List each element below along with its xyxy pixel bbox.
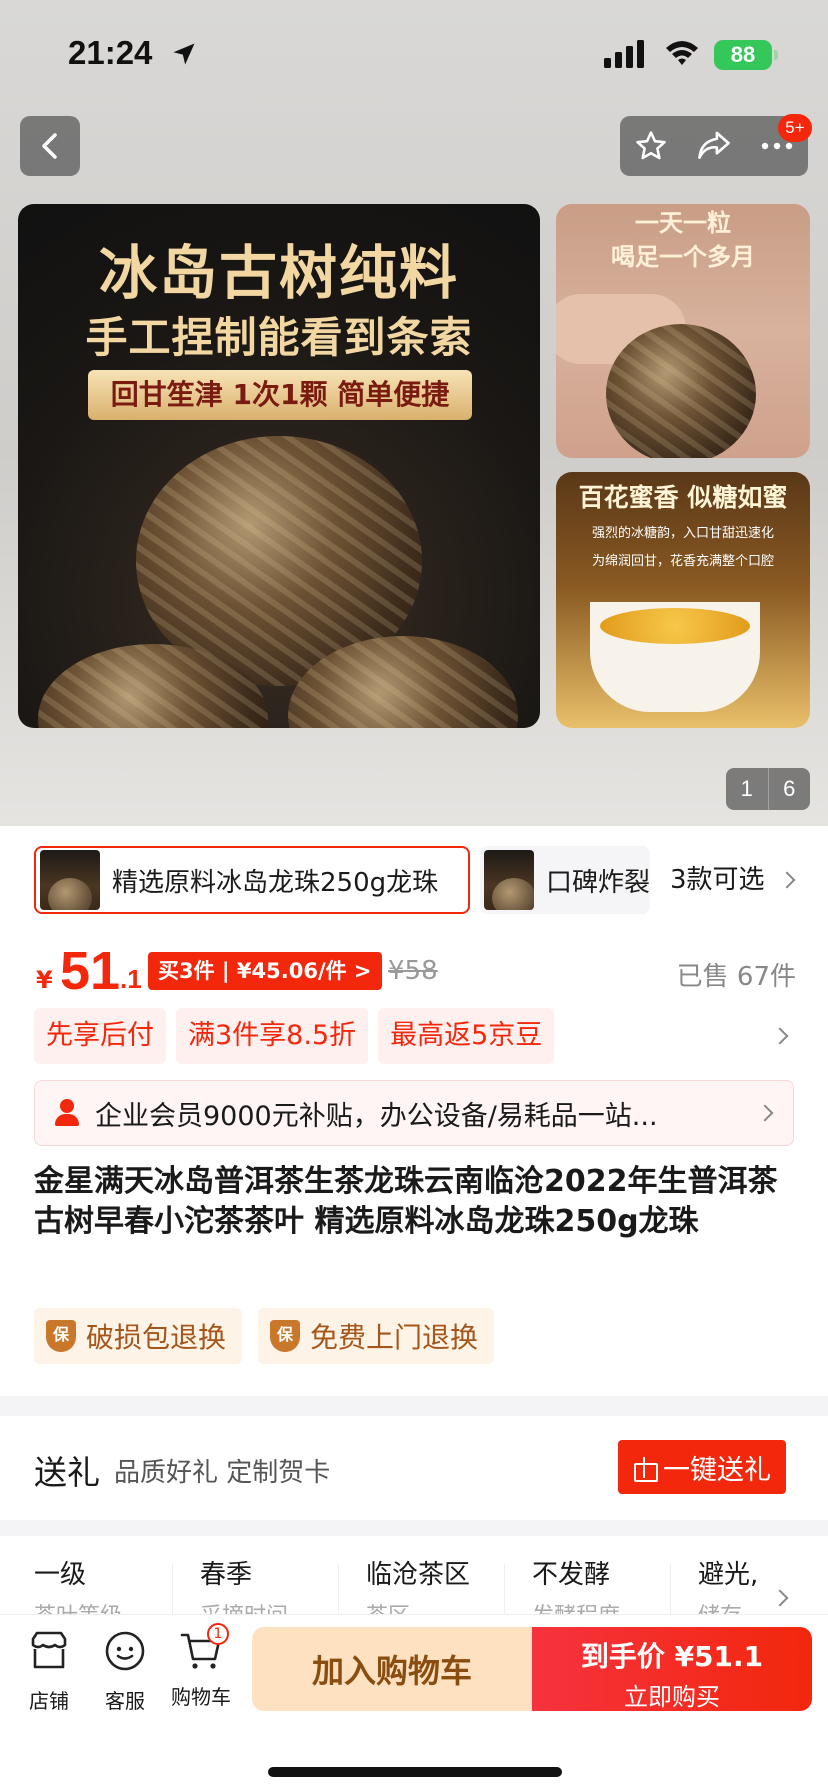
bottom-action-bar: 店铺 客服 1 购物车 加入购物车 到手价 ¥51.1 立即购买 bbox=[0, 1614, 828, 1792]
param-value: 一级 bbox=[34, 1560, 87, 1590]
cart-label: 购物车 bbox=[171, 1685, 231, 1709]
back-button[interactable] bbox=[20, 116, 80, 176]
member-subsidy-banner[interactable]: 企业会员9000元补贴，办公设备/易耗品一站... bbox=[34, 1080, 794, 1146]
side-image-line: 一天一粒 bbox=[635, 209, 731, 237]
tea-ball-image bbox=[606, 324, 756, 458]
customer-service-icon bbox=[105, 1631, 145, 1671]
main-image-title: 冰岛古树纯料 bbox=[98, 239, 459, 307]
thumbnail-image[interactable]: 一天一粒 喝足一个多月 bbox=[556, 204, 810, 458]
pager-total: 6 bbox=[783, 776, 796, 801]
gift-section: 送礼 品质好礼 定制贺卡 一键送礼 bbox=[0, 1416, 828, 1520]
battery-nub bbox=[774, 50, 778, 60]
shield-icon: 保 bbox=[270, 1320, 301, 1352]
cart-icon-wrap: 1 bbox=[179, 1623, 229, 1673]
cart-tab[interactable]: 1 购物车 bbox=[166, 1623, 236, 1710]
star-icon bbox=[636, 131, 667, 160]
variant-option-selected[interactable]: 精选原料冰岛龙珠250g龙珠 bbox=[34, 846, 470, 914]
tea-cup-image bbox=[590, 602, 760, 712]
buy-price-label: 到手价 ¥51.1 bbox=[580, 1640, 764, 1673]
store-icon bbox=[31, 1631, 67, 1669]
chevron-right-icon bbox=[771, 1589, 789, 1607]
thumbnail-image[interactable]: 百花蜜香 似糖如蜜 强烈的冰糖韵，入口甘甜迅速化 为绵润回甘，花香充满整个口腔 bbox=[556, 472, 810, 728]
variant-thumbnail bbox=[40, 850, 100, 910]
service-label: 客服 bbox=[105, 1689, 145, 1713]
favorite-button[interactable] bbox=[626, 121, 676, 171]
promo-tag[interactable]: 最高返5京豆 bbox=[378, 1008, 555, 1064]
promo-tag[interactable]: 先享后付 bbox=[34, 1008, 166, 1064]
variant-option[interactable]: 口碑炸裂 bbox=[480, 846, 650, 914]
param-value: 避光, bbox=[698, 1560, 759, 1590]
shop-label: 店铺 bbox=[29, 1689, 69, 1713]
cart-count-badge: 1 bbox=[207, 1623, 229, 1645]
gift-subtitle: 品质好礼 定制贺卡 bbox=[114, 1458, 331, 1488]
image-pager: 1 6 bbox=[726, 768, 810, 810]
send-gift-button[interactable]: 一键送礼 bbox=[618, 1440, 786, 1494]
status-time: 21:24 bbox=[68, 34, 153, 71]
variant-selector: 精选原料冰岛龙珠250g龙珠 口碑炸裂 3款可选 bbox=[34, 846, 824, 916]
chevron-left-icon bbox=[42, 133, 57, 159]
variant-label: 口碑炸裂 bbox=[545, 867, 650, 898]
more-variants-label: 3款可选 bbox=[670, 865, 765, 895]
status-bar: 21:24 88 bbox=[0, 0, 828, 100]
service-tab[interactable]: 客服 bbox=[90, 1629, 160, 1714]
product-info-card: 精选原料冰岛龙珠250g龙珠 口碑炸裂 3款可选 ¥ 51 .1 买3件 | ¥… bbox=[0, 826, 828, 1396]
main-image-subtitle: 手工捏制能看到条索 bbox=[85, 313, 473, 362]
side-image-line: 为绵润回甘，花香充满整个口腔 bbox=[591, 554, 774, 569]
promo-tags[interactable]: 先享后付 满3件享8.5折 最高返5京豆 bbox=[34, 1008, 794, 1064]
gift-title: 送礼 bbox=[34, 1453, 100, 1492]
price-row: ¥ 51 .1 买3件 | ¥45.06/件 > ¥58 已售 67件 bbox=[36, 936, 796, 1006]
guarantee-tag[interactable]: 保 破损包退换 bbox=[34, 1308, 243, 1364]
share-button[interactable] bbox=[689, 121, 739, 171]
location-arrow-icon bbox=[173, 43, 195, 65]
multi-buy-tag[interactable]: 买3件 | ¥45.06/件 > bbox=[148, 952, 382, 990]
side-image-caption: 强烈的冰糖韵，入口甘甜迅速化 为绵润回甘，花香充满整个口腔 bbox=[566, 520, 800, 576]
side-image-caption: 一天一粒 喝足一个多月 bbox=[556, 204, 810, 274]
more-dots-icon bbox=[761, 142, 792, 150]
chevron-right-icon bbox=[778, 871, 796, 889]
guarantee-label: 破损包退换 bbox=[86, 1321, 227, 1354]
send-gift-label: 一键送礼 bbox=[663, 1454, 771, 1486]
side-image-line: 强烈的冰糖韵，入口甘甜迅速化 bbox=[591, 526, 774, 541]
product-title: 金星满天冰岛普洱茶生茶龙珠云南临沧2022年生普洱茶古树早春小沱茶茶叶 精选原料… bbox=[34, 1164, 778, 1239]
chevron-right-icon bbox=[756, 1104, 774, 1122]
param-value: 临沧茶区 bbox=[366, 1560, 471, 1590]
home-indicator bbox=[268, 1767, 562, 1777]
notification-badge: 5+ bbox=[778, 114, 812, 142]
param-value: 不发酵 bbox=[532, 1560, 611, 1590]
member-subsidy-text: 企业会员9000元补贴，办公设备/易耗品一站... bbox=[95, 1100, 658, 1132]
param-value: 春季 bbox=[200, 1560, 253, 1590]
side-image-line: 喝足一个多月 bbox=[611, 243, 755, 271]
product-gallery[interactable]: 21:24 88 5+ 冰岛古树纯料 手工捏制能看到条索 回甘笙津 1次1颗 简… bbox=[0, 0, 828, 826]
original-price: ¥58 bbox=[388, 956, 438, 986]
promo-tag[interactable]: 满3件享8.5折 bbox=[176, 1008, 369, 1064]
user-icon bbox=[53, 1099, 81, 1127]
main-product-image[interactable]: 冰岛古树纯料 手工捏制能看到条索 回甘笙津 1次1颗 简单便捷 bbox=[18, 204, 540, 728]
cellular-signal-icon bbox=[604, 40, 644, 68]
price-integer: 51 bbox=[60, 941, 121, 1001]
main-image-tag: 回甘笙津 1次1颗 简单便捷 bbox=[88, 370, 472, 420]
product-page: 21:24 88 5+ 冰岛古树纯料 手工捏制能看到条索 回甘笙津 1次1颗 简… bbox=[0, 0, 828, 1792]
price-currency: ¥ bbox=[36, 966, 53, 994]
buy-now-button[interactable]: 到手价 ¥51.1 立即购买 bbox=[532, 1627, 812, 1711]
side-image-title: 百花蜜香 似糖如蜜 bbox=[578, 483, 788, 512]
guarantee-tag[interactable]: 保 免费上门退换 bbox=[258, 1308, 495, 1364]
add-to-cart-button[interactable]: 加入购物车 bbox=[252, 1627, 532, 1711]
shield-icon: 保 bbox=[46, 1320, 76, 1352]
wifi-icon bbox=[666, 41, 698, 65]
share-icon bbox=[698, 131, 730, 159]
sold-count: 已售 67件 bbox=[676, 962, 796, 992]
variant-thumbnail bbox=[484, 850, 534, 910]
guarantee-label: 免费上门退换 bbox=[310, 1321, 479, 1354]
buy-now-label: 立即购买 bbox=[624, 1683, 720, 1711]
price-decimal: .1 bbox=[120, 964, 142, 994]
gift-icon bbox=[633, 1455, 658, 1482]
pager-current: 1 bbox=[726, 768, 769, 810]
more-variants-link[interactable]: 3款可选 bbox=[670, 846, 796, 914]
guarantee-tags[interactable]: 保 破损包退换 保 免费上门退换 bbox=[34, 1308, 495, 1364]
shop-tab[interactable]: 店铺 bbox=[14, 1629, 84, 1714]
battery-indicator: 88 bbox=[714, 40, 772, 70]
variant-label: 精选原料冰岛龙珠250g龙珠 bbox=[112, 867, 439, 898]
